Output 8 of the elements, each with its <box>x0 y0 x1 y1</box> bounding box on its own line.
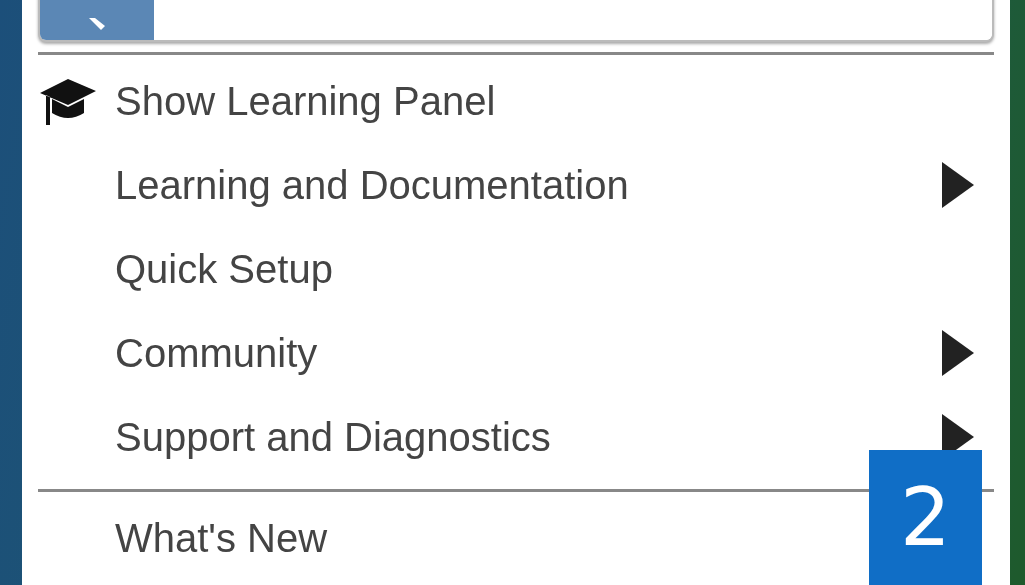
menu-item[interactable]: Community <box>38 311 994 395</box>
step-badge: 2 <box>869 450 982 585</box>
menu-item[interactable]: Learning and Documentation <box>38 143 994 227</box>
menu-item[interactable]: What's New <box>38 496 328 580</box>
submenu-arrow-icon <box>942 162 974 208</box>
submenu-arrow-icon <box>942 330 974 376</box>
menu-item[interactable]: Show Learning Panel <box>38 59 496 143</box>
menu-item[interactable]: Quick Setup <box>38 227 333 311</box>
